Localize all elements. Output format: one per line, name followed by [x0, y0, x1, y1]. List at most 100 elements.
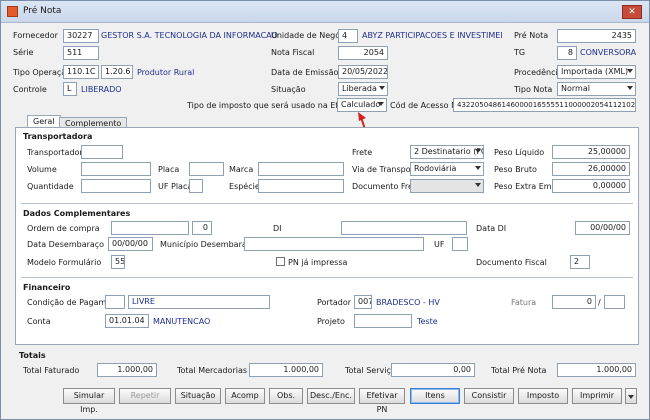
ordem-compra-seq-input[interactable]: 0: [192, 221, 212, 235]
tipo-operacao-sub-input[interactable]: 1.20.6: [101, 65, 133, 79]
situacao-button[interactable]: Situação: [175, 388, 221, 404]
procedencia-select[interactable]: Importada (XML): [557, 65, 636, 79]
municipio-label: Município Desembaraço: [160, 240, 257, 249]
imprimir-button[interactable]: Imprimir: [572, 388, 622, 404]
portador-code-input[interactable]: 007: [354, 295, 372, 309]
projeto-label: Projeto: [317, 317, 345, 326]
total-mercadorias-input[interactable]: 1.000,00: [249, 363, 323, 377]
chevron-down-icon: [475, 183, 481, 187]
conta-name: MANUTENCAO: [153, 317, 211, 326]
situacao-label: Situação: [271, 85, 306, 94]
tg-label: TG: [514, 48, 526, 57]
fatura-parcela-input[interactable]: [604, 295, 625, 309]
peso-liquido-input[interactable]: 25,00000: [552, 145, 630, 159]
fornecedor-name: GESTOR S.A. TECNOLOGIA DA INFORMACAO: [101, 31, 278, 40]
serie-label: Série: [13, 48, 34, 57]
condicao-pagamento-code-input[interactable]: [105, 295, 125, 309]
itens-button[interactable]: Itens: [410, 388, 460, 404]
title-bar[interactable]: Pré Nota ✕: [1, 1, 649, 23]
ordem-compra-input[interactable]: [111, 221, 189, 235]
tipo-nota-label: Tipo Nota: [514, 85, 553, 94]
municipio-input[interactable]: [244, 237, 424, 251]
documento-frete-select[interactable]: [410, 179, 484, 193]
frete-select[interactable]: 2 Destinatario (FC: [410, 145, 484, 159]
conta-code-input[interactable]: 01.01.04: [105, 314, 149, 328]
data-di-input[interactable]: 00/00/00: [575, 221, 630, 235]
cod-acesso-input[interactable]: 4322050486146000016555511000002054112102…: [453, 98, 636, 112]
situacao-select[interactable]: Liberada: [338, 82, 388, 96]
chevron-down-icon: [627, 69, 633, 73]
pre-nota-label: Pré Nota: [514, 31, 549, 40]
more-options-button[interactable]: [625, 388, 637, 404]
pre-nota-window: Pré Nota ✕ Fornecedor 30227 GESTOR S.A. …: [0, 0, 650, 420]
totais-section-title: Totais: [19, 351, 46, 360]
pre-nota-input[interactable]: 2435: [557, 29, 636, 43]
fornecedor-code-input[interactable]: 30227: [63, 29, 99, 43]
total-mercadorias-label: Total Mercadorias: [177, 366, 248, 375]
chevron-down-icon: [627, 86, 633, 90]
especie-label: Espécie: [229, 182, 260, 191]
marca-label: Marca: [229, 165, 254, 174]
via-transporte-select[interactable]: Rodoviária: [410, 162, 484, 176]
unidade-name: ABYZ PARTICIPACOES E INVESTIMENTOS L: [362, 31, 502, 40]
transportadora-input[interactable]: [81, 145, 123, 159]
projeto-input[interactable]: [354, 314, 412, 328]
section-divider: [21, 203, 633, 204]
chevron-down-icon: [475, 149, 481, 153]
total-faturado-input[interactable]: 1.000,00: [97, 363, 157, 377]
controle-label: Controle: [13, 85, 47, 94]
consistir-button[interactable]: Consistir: [464, 388, 514, 404]
fatura-label: Fatura: [511, 298, 537, 307]
transportadora-label: Transportadora: [27, 148, 88, 157]
chevron-down-icon: [378, 102, 384, 106]
uf-placa-label: UF Placa: [158, 182, 193, 191]
placa-input[interactable]: [189, 162, 224, 176]
data-emissao-input[interactable]: 20/05/2022: [338, 65, 388, 79]
ordem-compra-label: Ordem de compra: [27, 224, 100, 233]
especie-input[interactable]: [258, 179, 344, 193]
tipo-nota-value: Normal: [561, 84, 590, 93]
simular-imp-button[interactable]: Simular Imp.: [63, 388, 115, 414]
documento-fiscal-input[interactable]: 2: [570, 255, 590, 269]
uf-input[interactable]: [452, 237, 468, 251]
projeto-name: Teste: [417, 317, 438, 326]
tipo-operacao-code-input[interactable]: 110.1C: [63, 65, 99, 79]
close-button[interactable]: ✕: [622, 5, 642, 19]
obs-button[interactable]: Obs.: [269, 388, 303, 404]
controle-input[interactable]: L: [63, 82, 77, 96]
efetivar-pn-button[interactable]: Efetivar PN: [359, 388, 405, 414]
condicao-pagamento-desc[interactable]: LIVRE: [128, 295, 270, 309]
unidade-code-input[interactable]: 4: [338, 29, 358, 43]
tipo-nota-select[interactable]: Normal: [557, 82, 636, 96]
tg-code-input[interactable]: 8: [557, 46, 577, 60]
placa-label: Placa: [158, 165, 180, 174]
pn-impressa-checkbox[interactable]: [276, 257, 285, 266]
volume-input[interactable]: [81, 162, 151, 176]
procedencia-label: Procedência: [514, 68, 563, 77]
tipo-imposto-value: Calculado: [341, 100, 381, 109]
peso-extra-input[interactable]: 0,00000: [552, 179, 630, 193]
peso-bruto-input[interactable]: 26,00000: [552, 162, 630, 176]
desc-enc-button[interactable]: Desc./Enc.: [307, 388, 355, 404]
imposto-button[interactable]: Imposto: [518, 388, 568, 404]
frete-label: Frete: [352, 148, 373, 157]
total-pre-nota-input[interactable]: 1.000,00: [557, 363, 636, 377]
marca-input[interactable]: [258, 162, 344, 176]
geral-tab-panel: [15, 127, 639, 345]
di-label: DI: [273, 224, 282, 233]
tipo-operacao-desc: Produtor Rural: [137, 68, 195, 77]
repetir-button[interactable]: Repetir: [119, 388, 171, 404]
nota-fiscal-input[interactable]: 2054: [338, 46, 388, 60]
data-desembaraco-input[interactable]: 00/00/00: [108, 237, 153, 251]
quantidade-input[interactable]: [81, 179, 151, 193]
total-servico-input[interactable]: 0,00: [391, 363, 475, 377]
controle-desc: LIBERADO: [81, 85, 122, 94]
conta-label: Conta: [27, 317, 51, 326]
fatura-input[interactable]: 0: [552, 295, 596, 309]
acomp-button[interactable]: Acomp: [225, 388, 265, 404]
financeiro-section-title: Financeiro: [23, 283, 71, 292]
uf-placa-input[interactable]: [189, 179, 203, 193]
modelo-formulario-input[interactable]: 55: [111, 255, 125, 269]
di-input[interactable]: [341, 221, 467, 235]
serie-input[interactable]: 511: [63, 46, 99, 60]
